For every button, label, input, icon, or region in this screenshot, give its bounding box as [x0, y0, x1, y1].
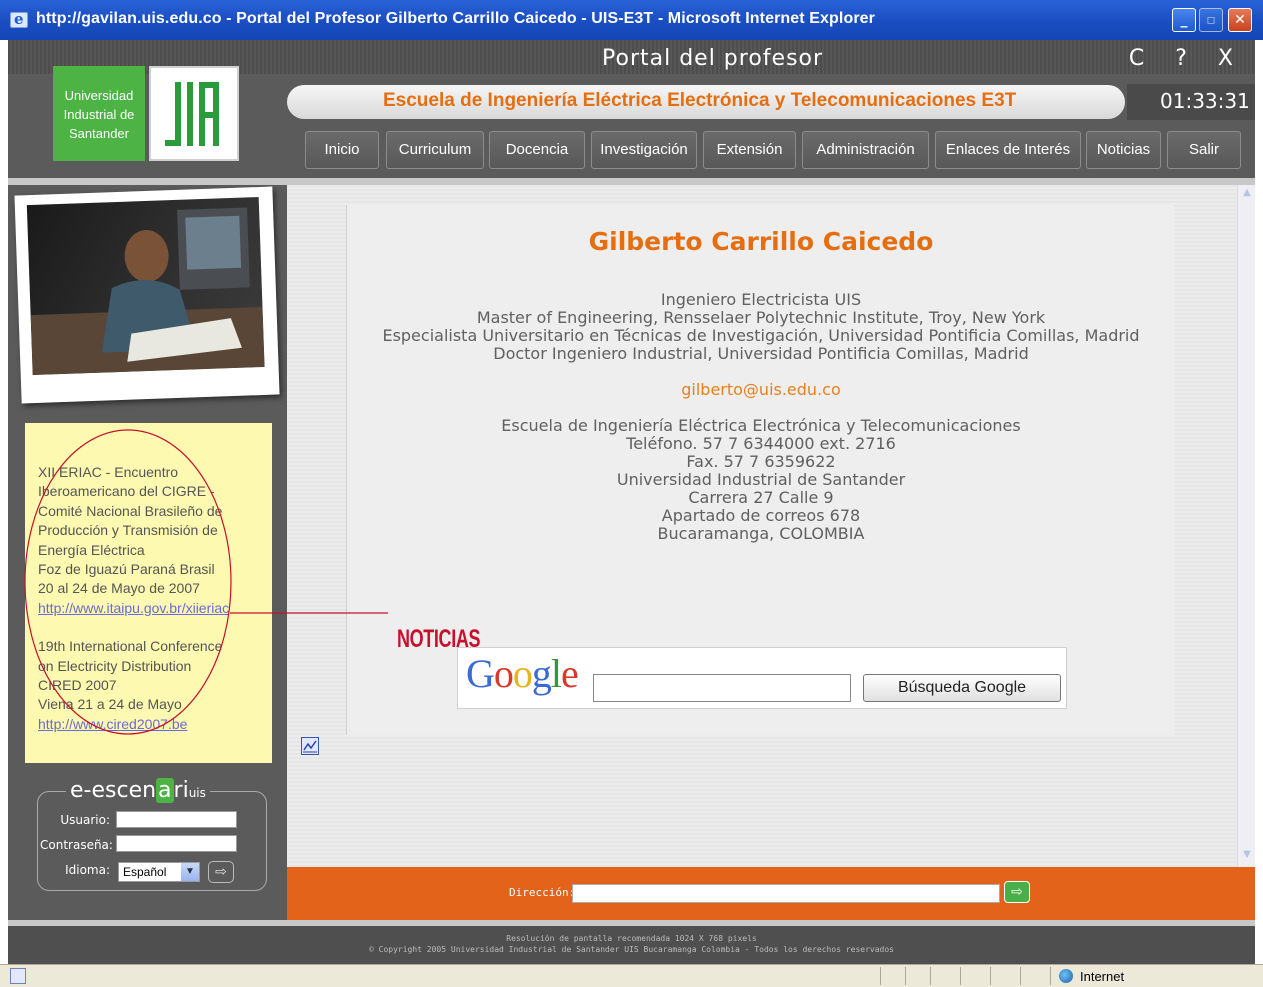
- status-divider: [880, 967, 881, 985]
- address-label: Dirección:: [509, 886, 576, 899]
- status-divider: [930, 967, 931, 985]
- page-viewport: Portal del profesor C ? X Universidad In…: [8, 40, 1255, 964]
- status-divider: [905, 967, 906, 985]
- status-divider: [960, 967, 961, 985]
- address-bar: Dirección: ⇨: [287, 867, 1255, 920]
- footer: Resolución de pantalla recomendada 1024 …: [8, 926, 1255, 964]
- status-divider: [990, 967, 991, 985]
- globe-icon: [1059, 969, 1073, 983]
- address-go-arrow-icon[interactable]: ⇨: [1004, 881, 1030, 903]
- noticias-annotation: NOTICIAS: [397, 625, 481, 653]
- maximize-button[interactable]: ▫: [1199, 8, 1223, 32]
- address-input[interactable]: [572, 884, 1000, 903]
- annotation-overlay: [24, 429, 388, 735]
- minimize-button[interactable]: _: [1172, 8, 1196, 32]
- page-icon: [10, 968, 26, 984]
- window-titlebar: http://gavilan.uis.edu.co - Portal del P…: [0, 0, 1263, 40]
- ie-icon: [10, 10, 28, 28]
- status-divider: [1020, 967, 1021, 985]
- close-window-button[interactable]: ✕: [1228, 8, 1252, 32]
- footer-resolution: Resolución de pantalla recomendada 1024 …: [506, 934, 757, 943]
- ie-statusbar: Internet: [0, 964, 1263, 987]
- status-divider: [1050, 967, 1051, 985]
- footer-copyright: © Copyright 2005 Universidad Industrial …: [369, 945, 894, 954]
- security-zone: Internet: [1080, 969, 1125, 984]
- window-title: http://gavilan.uis.edu.co - Portal del P…: [36, 10, 875, 27]
